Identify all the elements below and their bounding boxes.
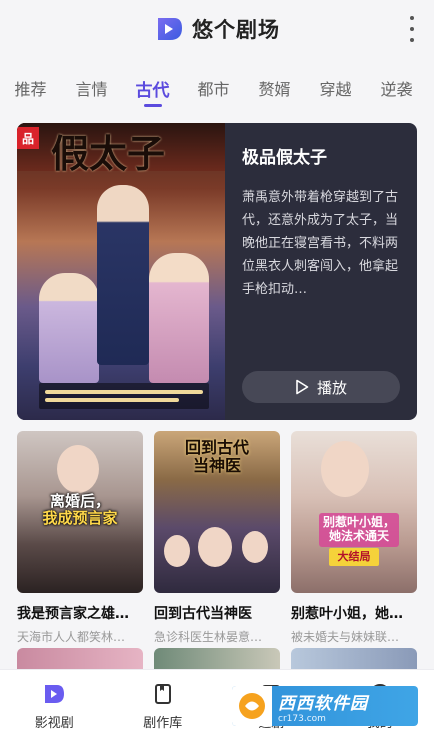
watermark-text: 西西软件园 — [278, 693, 368, 714]
nav-label: 剧作库 — [143, 716, 183, 731]
drama-poster[interactable]: 别惹叶小姐，她法术通天 大结局 — [291, 431, 417, 593]
app-logo-icon — [158, 18, 182, 40]
featured-description: 萧禹意外带着枪穿越到了古代，还意外成为了太子，当晚他正在寝宫看书，不料两位黑衣人… — [242, 190, 399, 297]
nav-item-library[interactable]: 剧作库 — [109, 670, 218, 736]
drama-card[interactable]: 离婚后， 我成预言家 我是预言家之雄… 天海市人人都笑林… — [17, 431, 143, 645]
tab-recommend[interactable]: 推荐 — [0, 76, 61, 100]
drama-title[interactable]: 回到古代当神医 — [154, 603, 280, 623]
tab-comeback[interactable]: 逆袭 — [366, 76, 427, 100]
drama-subtitle: 急诊科医生林晏意… — [154, 630, 263, 644]
nav-label: 影视剧 — [34, 716, 74, 731]
featured-info: 极品假太子 萧禹意外带着枪穿越到了古代，还意外成为了太子，当晚他正在寝宫看书，不… — [225, 123, 417, 420]
play-label: 播放 — [316, 378, 347, 397]
watermark-icon — [232, 686, 272, 726]
poster-caption: 回到古代当神医 — [184, 438, 249, 476]
drama-play-icon — [45, 685, 65, 703]
drama-title[interactable]: 别惹叶小姐，她… — [291, 603, 417, 623]
poster-tag: 品 — [17, 127, 39, 149]
watermark-subtext: cr173.com — [278, 713, 326, 724]
drama-poster[interactable]: 回到古代当神医 — [154, 431, 280, 593]
play-icon — [296, 379, 309, 395]
drama-subtitle: 天海市人人都笑林… — [17, 630, 126, 644]
app-title: 悠个剧场 — [192, 18, 280, 42]
drama-card[interactable]: 别惹叶小姐，她法术通天 大结局 别惹叶小姐，她… 被未婚夫与妹妹联… — [291, 431, 417, 645]
tab-time-travel[interactable]: 穿越 — [305, 76, 366, 100]
library-icon — [154, 684, 171, 704]
app-logo: 悠个剧场 — [154, 14, 280, 44]
drama-grid: 离婚后， 我成预言家 我是预言家之雄… 天海市人人都笑林… 回到古代当神医 回到… — [17, 431, 417, 645]
poster-caption: 别惹叶小姐，她法术通天 — [319, 513, 399, 547]
featured-title: 极品假太子 — [242, 148, 327, 168]
tab-urban[interactable]: 都市 — [183, 76, 244, 100]
poster-caption: 离婚后， — [49, 492, 110, 510]
watermark-logo: 西西软件园 cr173.com — [232, 686, 418, 726]
tab-ancient[interactable]: 古代 — [122, 76, 183, 107]
category-tabs: 推荐 言情 古代 都市 赘婿 穿越 逆袭 — [0, 60, 434, 114]
poster-title: 假太子 — [51, 131, 166, 176]
more-options-icon[interactable] — [406, 16, 418, 42]
drama-card[interactable]: 回到古代当神医 回到古代当神医 急诊科医生林晏意… — [154, 431, 280, 645]
tab-romance[interactable]: 言情 — [61, 76, 122, 100]
featured-poster[interactable]: 品 假太子 — [17, 123, 225, 420]
app-screen: 悠个剧场 推荐 言情 古代 都市 赘婿 穿越 逆袭 品 假太子 极品假太子 萧禹… — [0, 0, 434, 736]
app-header: 悠个剧场 — [0, 0, 434, 58]
featured-drama-card[interactable]: 品 假太子 极品假太子 萧禹意外带着枪穿越到了古代，还意外成为了太子，当晚他正在… — [17, 123, 417, 420]
nav-item-dramas[interactable]: 影视剧 — [0, 670, 109, 736]
poster-caption-highlight: 我成预言家 — [42, 509, 118, 528]
drama-poster[interactable]: 离婚后， 我成预言家 — [17, 431, 143, 593]
drama-subtitle: 被未婚夫与妹妹联… — [291, 630, 400, 644]
drama-title[interactable]: 我是预言家之雄… — [17, 603, 143, 623]
tab-son-in-law[interactable]: 赘婿 — [244, 76, 305, 100]
poster-badge: 大结局 — [329, 548, 379, 566]
play-button[interactable]: 播放 — [242, 371, 400, 403]
